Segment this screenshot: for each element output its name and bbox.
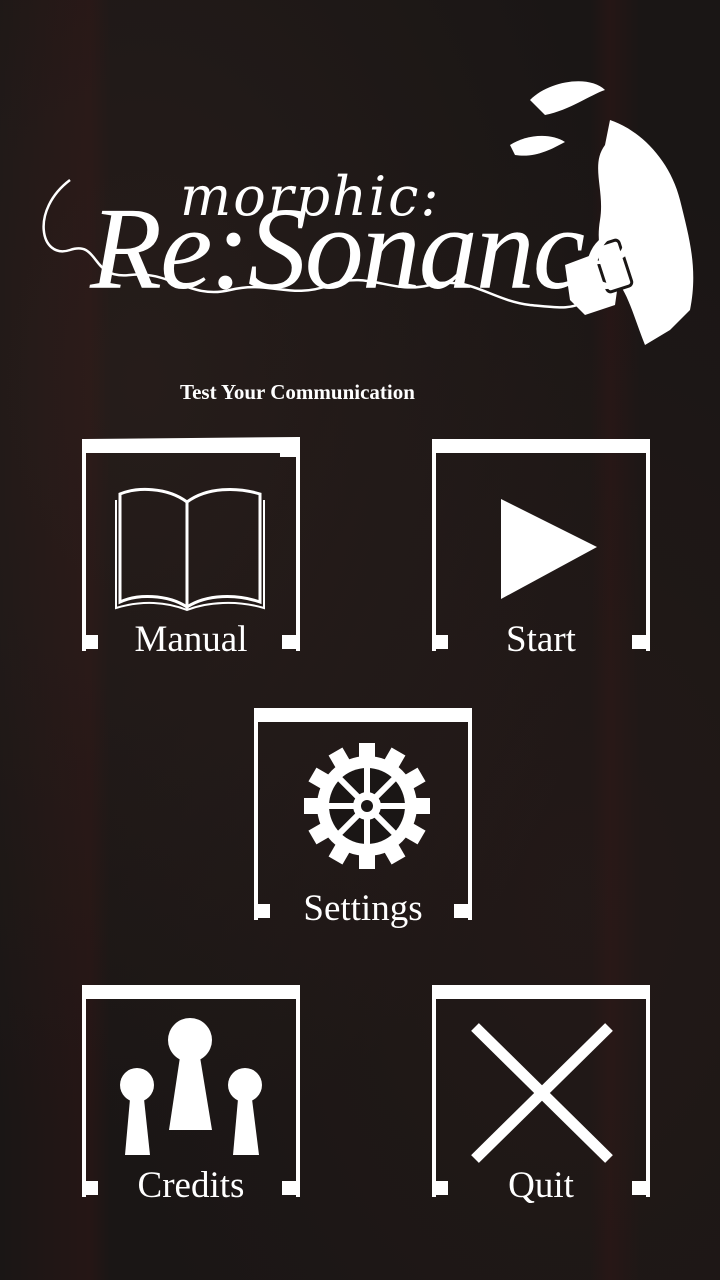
book-icon: [115, 488, 265, 612]
start-label: Start: [506, 619, 576, 660]
settings-button[interactable]: Settings: [254, 706, 472, 929]
quit-label: Quit: [508, 1165, 574, 1206]
logo-title-main: Re:Sonance: [90, 183, 635, 314]
credits-button[interactable]: Credits: [82, 983, 300, 1206]
start-button[interactable]: Start: [432, 437, 650, 660]
quit-button[interactable]: Quit: [432, 983, 650, 1206]
manual-label: Manual: [134, 619, 248, 660]
game-logo: morphic: Re:Sonance Test Your Communicat…: [30, 70, 700, 404]
manual-button[interactable]: Manual: [82, 437, 300, 660]
settings-label: Settings: [303, 888, 423, 929]
gear-icon: [304, 743, 430, 869]
logo-tagline: Test Your Communication: [180, 380, 415, 404]
people-icon: [120, 1018, 262, 1155]
close-icon: [471, 1023, 613, 1163]
credits-label: Credits: [137, 1165, 245, 1206]
play-icon: [501, 499, 597, 599]
